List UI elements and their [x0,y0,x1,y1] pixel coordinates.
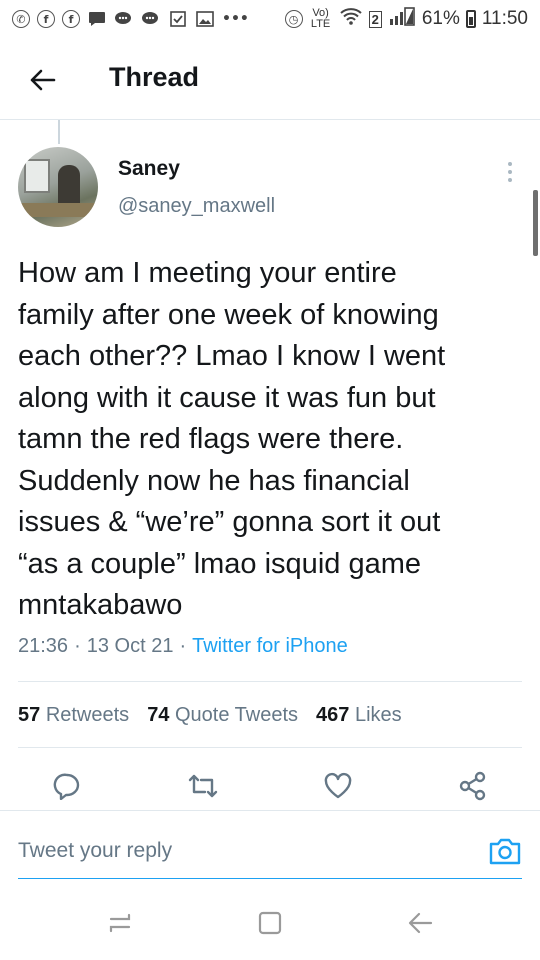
facebook-icon: f [37,10,55,28]
reply-placeholder: Tweet your reply [18,839,173,862]
meta-separator: · [179,635,187,657]
share-icon [459,771,486,801]
retweet-button[interactable] [185,768,221,804]
tweet-actions [0,768,540,804]
whatsapp-icon: ✆ [12,10,30,28]
recent-apps-button[interactable] [105,908,135,938]
tweet-stats: 57 Retweets 74 Quote Tweets 467 Likes [18,704,420,727]
share-button[interactable] [455,768,491,804]
reply-button[interactable] [49,768,85,804]
quote-tweets-stat[interactable]: 74 Quote Tweets [147,704,298,727]
wifi-icon [339,6,363,32]
overflow-dots: ••• [222,11,249,27]
tweet-text: How am I meeting your entire family afte… [18,257,446,621]
back-button[interactable] [24,62,60,98]
more-options-button[interactable] [500,160,520,184]
reply-icon [53,773,80,800]
author-name[interactable]: Saney [118,157,180,181]
back-arrow-icon [408,912,433,934]
battery-percent: 61% [421,8,460,29]
thread-connector-line [58,120,60,144]
divider [18,747,522,748]
gallery-icon [195,9,215,29]
likes-label: Likes [354,704,402,726]
chat-icon [141,9,161,29]
chat-icon [114,9,134,29]
camera-button[interactable] [488,835,522,867]
facebook-icon: f [62,10,80,28]
app-header: Thread [0,38,540,120]
tweet-meta: 21:36 · 13 Oct 21 · Twitter for iPhone [18,635,348,658]
reply-input[interactable]: Tweet your reply [18,823,522,879]
message-icon [87,9,107,29]
home-icon [258,911,282,935]
quotes-count: 74 [147,704,170,726]
retweets-label: Retweets [45,704,130,726]
tweet-source-link[interactable]: Twitter for iPhone [192,635,348,658]
like-icon [324,772,352,799]
recent-apps-icon [109,913,131,933]
retweets-count: 57 [18,704,41,726]
meta-separator: · [74,635,81,657]
quotes-label: Quote Tweets [175,704,299,726]
arrow-left-icon [30,69,56,91]
likes-stat[interactable]: 467 Likes [316,704,402,727]
system-nav-bar [0,880,540,960]
like-button[interactable] [320,768,356,804]
camera-icon [489,838,521,865]
volte-icon: Vo) LTE [310,7,331,30]
retweet-icon [188,774,218,798]
retweets-stat[interactable]: 57 Retweets [18,704,129,727]
back-nav-button[interactable] [405,908,435,938]
signal-icon [388,6,416,32]
checkbox-icon [168,9,188,29]
avatar[interactable] [18,147,98,227]
home-button[interactable] [255,908,285,938]
scrollbar[interactable] [533,190,538,256]
wifi-badge: 2 [368,10,382,28]
tweet-time: 21:36 [18,635,69,657]
status-bar: ✆ f f ••• ◷ Vo) LTE 2 61% 11:50 [0,0,540,38]
page-title: Thread [109,62,200,92]
battery-icon [465,10,476,28]
alarm-icon: ◷ [284,10,303,28]
tweet-date: 13 Oct 21 [86,635,174,657]
reply-bar: Tweet your reply [0,810,540,880]
more-dots-icon [508,162,512,166]
likes-count: 467 [316,704,350,726]
author-handle[interactable]: @saney_maxwell [118,195,275,218]
divider [18,681,522,682]
clock: 11:50 [481,8,528,29]
